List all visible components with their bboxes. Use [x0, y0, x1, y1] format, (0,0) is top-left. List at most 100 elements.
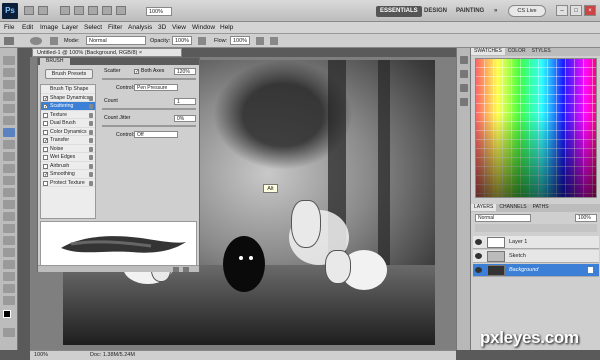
menu-help[interactable]: Help	[220, 24, 233, 31]
lock-icon[interactable]	[89, 112, 93, 118]
type-tool-icon[interactable]	[3, 224, 15, 233]
tab-paths[interactable]: PATHS	[530, 204, 552, 211]
lock-icon[interactable]	[89, 104, 93, 109]
arrange-documents-icon[interactable]	[102, 6, 112, 15]
layer-row-sketch[interactable]: Sketch	[473, 250, 599, 263]
smoothing-item[interactable]: ✓ Smoothing	[41, 170, 95, 179]
hand-tool-icon[interactable]	[3, 284, 15, 293]
move-tool-icon[interactable]	[3, 56, 15, 65]
clone-stamp-tool-icon[interactable]	[3, 140, 15, 149]
scatter-slider[interactable]	[102, 78, 196, 80]
new-brush-icon[interactable]	[173, 267, 179, 272]
brush-preset-picker-icon[interactable]	[30, 37, 42, 45]
pressure-size-icon[interactable]	[270, 37, 278, 45]
checkbox[interactable]	[43, 121, 48, 126]
screen-mode-icon[interactable]	[116, 6, 126, 15]
checkbox[interactable]: ✓	[43, 95, 48, 101]
launch-bridge-icon[interactable]	[24, 6, 34, 15]
count-jitter-slider[interactable]	[102, 125, 196, 127]
tab-channels[interactable]: CHANNELS	[496, 204, 529, 211]
eraser-tool-icon[interactable]	[3, 164, 15, 173]
transfer-item[interactable]: ✓ Transfer	[41, 136, 95, 145]
wet-edges-item[interactable]: Wet Edges	[41, 153, 95, 162]
airbrush-item[interactable]: Airbrush	[41, 162, 95, 170]
crop-tool-icon[interactable]	[3, 104, 15, 113]
brush-presets-button[interactable]: Brush Presets	[45, 69, 93, 79]
lock-icon[interactable]	[89, 121, 93, 126]
checkbox[interactable]	[43, 129, 48, 135]
eyedropper-tool-icon[interactable]	[3, 116, 15, 125]
launch-minibridge-icon[interactable]	[38, 6, 48, 15]
lock-icon[interactable]	[89, 155, 93, 160]
count-field[interactable]: 1	[174, 98, 196, 105]
both-axes-checkbox[interactable]: ✓	[134, 69, 139, 75]
pressure-opacity-icon[interactable]	[198, 37, 206, 45]
mode-select[interactable]: Normal	[86, 36, 146, 45]
lasso-tool-icon[interactable]	[3, 80, 15, 89]
blend-mode-select[interactable]: Normal	[475, 214, 531, 222]
visibility-eye-icon[interactable]	[475, 253, 482, 259]
lock-icon[interactable]	[89, 163, 93, 169]
menu-analysis[interactable]: Analysis	[128, 24, 152, 31]
menu-view[interactable]: View	[172, 24, 186, 31]
menu-window[interactable]: Window	[192, 24, 215, 31]
actions-panel-icon[interactable]	[460, 70, 468, 78]
maximize-button[interactable]: □	[570, 5, 582, 16]
lock-icon[interactable]	[89, 138, 93, 143]
menu-3d[interactable]: 3D	[158, 24, 166, 31]
flow-field[interactable]: 100%	[230, 36, 250, 45]
cs-live-button[interactable]: CS Live	[508, 5, 546, 17]
blur-tool-icon[interactable]	[3, 188, 15, 197]
toggle-brush-panel-icon[interactable]	[50, 37, 58, 45]
3d-orbit-tool-icon[interactable]	[3, 272, 15, 281]
checkbox[interactable]	[43, 180, 48, 186]
quick-selection-tool-icon[interactable]	[3, 92, 15, 101]
document-tab[interactable]: Untitled-1 @ 100% (Background, RGB/8) ×	[32, 48, 182, 57]
menu-edit[interactable]: Edit	[22, 24, 33, 31]
pen-tool-icon[interactable]	[3, 212, 15, 221]
texture-item[interactable]: Texture	[41, 111, 95, 119]
opacity-field[interactable]: 100%	[172, 36, 192, 45]
brush-tool-icon[interactable]	[3, 128, 15, 137]
marquee-tool-icon[interactable]	[3, 68, 15, 77]
lock-icon[interactable]	[89, 129, 93, 135]
tool-preset-icon[interactable]	[4, 37, 14, 45]
shape-tool-icon[interactable]	[3, 248, 15, 257]
zoom-tool-icon[interactable]	[74, 6, 84, 15]
control-select-2[interactable]: Off	[134, 131, 178, 138]
visibility-eye-icon[interactable]	[475, 267, 482, 273]
lock-icon[interactable]	[89, 95, 93, 101]
history-panel-icon[interactable]	[460, 56, 468, 64]
menu-select[interactable]: Select	[84, 24, 102, 31]
workspace-design[interactable]: DESIGN	[420, 6, 451, 17]
layer-row-layer-1[interactable]: Layer 1	[473, 236, 599, 249]
brush-panel-tab[interactable]: BRUSH	[40, 58, 70, 65]
tab-swatches[interactable]: SWATCHES	[471, 48, 505, 55]
quick-mask-icon[interactable]	[3, 328, 15, 337]
scattering-item[interactable]: ✓ Scattering	[41, 102, 95, 111]
hand-tool-icon[interactable]	[60, 6, 70, 15]
control-select[interactable]: Pen Pressure	[134, 84, 178, 91]
noise-item[interactable]: Noise	[41, 145, 95, 153]
checkbox[interactable]	[43, 146, 48, 152]
count-slider[interactable]	[102, 108, 196, 110]
swatches-grid[interactable]	[475, 58, 597, 198]
toggle-preview-icon[interactable]	[183, 267, 189, 272]
close-button[interactable]: ×	[584, 5, 596, 16]
workspace-more[interactable]: »	[490, 6, 501, 17]
visibility-eye-icon[interactable]	[475, 239, 482, 245]
checkbox[interactable]: ✓	[43, 172, 48, 178]
color-dynamics-item[interactable]: Color Dynamics	[41, 128, 95, 136]
lock-icon[interactable]	[89, 146, 93, 152]
protect-texture-item[interactable]: Protect Texture	[41, 179, 95, 187]
rotate-view-icon[interactable]	[88, 6, 98, 15]
workspace-painting[interactable]: PAINTING	[452, 6, 488, 17]
shape-dynamics-item[interactable]: ✓ Shape Dynamics	[41, 94, 95, 102]
status-zoom[interactable]: 100%	[34, 351, 48, 360]
brush-tip-shape-item[interactable]: Brush Tip Shape	[41, 85, 95, 94]
menu-file[interactable]: File	[4, 24, 14, 31]
3d-rotate-tool-icon[interactable]	[3, 260, 15, 269]
tab-styles[interactable]: STYLES	[529, 48, 554, 55]
minimize-button[interactable]: –	[556, 5, 568, 16]
dodge-tool-icon[interactable]	[3, 200, 15, 209]
